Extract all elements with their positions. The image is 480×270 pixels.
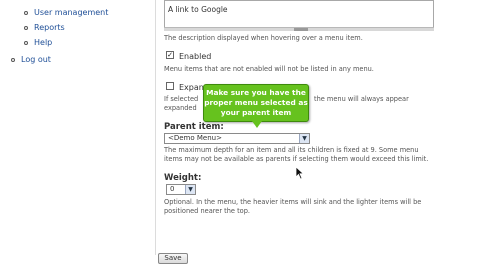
enabled-label: Enabled: [179, 52, 212, 61]
bullet-icon: [11, 57, 15, 62]
textarea-resize-handle[interactable]: [164, 27, 434, 31]
sidebar: User management Reports Help Log out: [0, 0, 150, 270]
weight-help-line1: Optional. In the menu, the heavier items…: [164, 198, 422, 206]
callout-line-1: Make sure you have the: [206, 88, 306, 97]
parent-help-line2: items may not be available as parents if…: [164, 155, 429, 163]
expanded-help-end: the menu will always appear: [314, 95, 409, 103]
weight-value: 0: [170, 185, 175, 193]
weight-select[interactable]: 0 ▼: [166, 184, 196, 195]
sidebar-item-label: Help: [34, 38, 53, 47]
callout-line-3: your parent item: [220, 108, 292, 117]
expanded-label: Expan: [179, 83, 204, 92]
parent-help-line1: The maximum depth for an item and all it…: [164, 146, 419, 154]
sidebar-item-label: Reports: [34, 23, 65, 32]
content-divider: [155, 0, 156, 255]
expanded-help-start: If selected: [164, 95, 199, 103]
mouse-pointer-icon: [295, 166, 305, 180]
expanded-help-line2: expanded: [164, 104, 197, 112]
chevron-down-icon[interactable]: ▼: [185, 185, 195, 194]
expanded-checkbox[interactable]: [166, 82, 174, 90]
bullet-icon: [24, 10, 28, 15]
weight-help-line2: positioned nearer the top.: [164, 207, 250, 215]
bullet-icon: [24, 40, 28, 45]
sidebar-item-label: Log out: [21, 55, 51, 64]
checkmark-icon: ✓: [167, 51, 173, 59]
sidebar-item-log-out[interactable]: Log out: [11, 55, 51, 64]
parent-item-value: <Demo Menu>: [168, 134, 222, 142]
weight-label: Weight:: [164, 173, 202, 183]
sidebar-item-user-management[interactable]: User management: [24, 8, 108, 17]
save-button[interactable]: Save: [158, 253, 188, 264]
grip-icon: [294, 28, 308, 31]
parent-item-select[interactable]: <Demo Menu> ▼: [164, 133, 310, 144]
tutorial-callout: Make sure you have the proper menu selec…: [203, 84, 309, 122]
chevron-down-icon[interactable]: ▼: [299, 134, 309, 143]
bullet-icon: [24, 25, 28, 30]
parent-item-label: Parent item:: [164, 122, 224, 132]
callout-pointer: [252, 121, 262, 128]
callout-line-2: proper menu selected as: [204, 98, 308, 107]
enabled-checkbox[interactable]: ✓: [166, 51, 174, 59]
sidebar-item-help[interactable]: Help: [24, 38, 52, 47]
sidebar-item-label: User management: [34, 8, 109, 17]
description-value: A link to Google: [168, 5, 228, 14]
enabled-help: Menu items that are not enabled will not…: [164, 65, 374, 73]
sidebar-item-reports[interactable]: Reports: [24, 23, 65, 32]
menu-item-form: A link to Google The description display…: [158, 0, 480, 270]
description-help: The description displayed when hovering …: [164, 34, 363, 42]
